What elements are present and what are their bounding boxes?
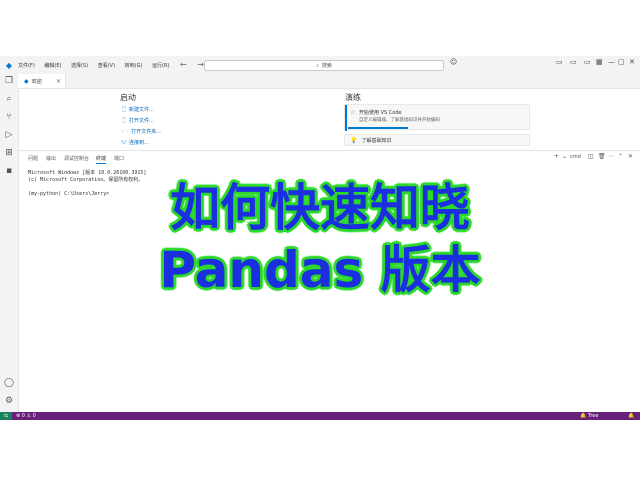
layout-panel-icon[interactable]: ▭ (570, 58, 577, 66)
open-folder-label: 打开文件夹... (131, 129, 161, 135)
start-heading: 启动 (120, 93, 136, 102)
menu-file[interactable]: 文件(F) (18, 63, 35, 69)
problems-count[interactable]: ⊗ 0 ⚠ 0 (16, 413, 36, 419)
bell-icon[interactable]: 🔔 (628, 413, 634, 419)
new-file-link[interactable]: 🗋 新建文件... (122, 106, 154, 115)
menu-bar: 文件(F) 编辑(E) 选择(S) 查看(V) 转到(G) 运行(R) (18, 62, 177, 69)
tab-debug-console[interactable]: 调试控制台 (64, 155, 89, 162)
walkthroughs-heading: 演练 (345, 93, 361, 102)
search-icon[interactable]: ⌕ (0, 94, 18, 104)
terminal-dropdown-icon[interactable]: ⌄ (562, 153, 567, 160)
overlay-title-line2: Pandas 版本 (159, 241, 481, 299)
title-bar: ◆ 文件(F) 编辑(E) 选择(S) 查看(V) 转到(G) 运行(R) ← … (0, 56, 640, 75)
run-debug-icon[interactable]: ▷ (0, 130, 18, 140)
close-panel-icon[interactable]: ✕ (628, 153, 633, 160)
card-fundamentals-title: 了解基础知识 (361, 137, 392, 144)
star-icon: ☆ (350, 109, 356, 116)
source-control-icon[interactable]: ⑂ (0, 112, 18, 122)
menu-view[interactable]: 查看(V) (98, 63, 115, 69)
terminal-line: Microsoft Windows [版本 10.0.26100.3915] (28, 170, 147, 176)
remote-connect-icon: ⤲ (122, 140, 127, 146)
status-bar: ⇆ ⊗ 0 ⚠ 0 🔔 Tree 🔔 (0, 412, 640, 420)
tab-welcome-label: 欢迎 (31, 78, 42, 85)
tab-output[interactable]: 输出 (46, 155, 56, 162)
walkthrough-card-fundamentals[interactable]: 💡 了解基础知识 (344, 134, 530, 146)
card-get-started-title: 开始使用 VS Code (359, 110, 402, 116)
split-terminal-icon[interactable]: ◫ (588, 153, 594, 160)
panel-tab-bar: 问题 输出 调试控制台 终端 端口 + ⌄ cmd ◫ 🗑 ⋯ ⌃ ✕ (18, 150, 640, 165)
copilot-icon[interactable]: ☺ (450, 58, 457, 66)
tab-ports[interactable]: 端口 (114, 155, 124, 162)
menu-run[interactable]: 运行(R) (152, 63, 169, 69)
card-get-started-desc: 自定义编辑器、了解基础知识并开始编码 (359, 118, 440, 123)
tab-welcome[interactable]: ◆ 欢迎 × (18, 74, 66, 88)
command-search-box[interactable]: ⌕ 搜索 (204, 60, 444, 71)
settings-gear-icon[interactable]: ⚙ (0, 396, 18, 406)
menu-go[interactable]: 转到(G) (125, 63, 143, 69)
search-icon: ⌕ (316, 62, 319, 69)
open-folder-link[interactable]: 🗁 打开文件夹... (122, 128, 161, 137)
card-accent-bar (345, 105, 347, 131)
minimize-button[interactable]: — (608, 58, 615, 66)
search-label: 搜索 (321, 63, 332, 69)
new-terminal-icon[interactable]: + (554, 153, 559, 160)
maximize-button[interactable]: ▢ (618, 58, 625, 66)
extensions-icon[interactable]: ⊞ (0, 148, 18, 158)
close-tab-icon[interactable]: × (56, 78, 61, 85)
vscode-logo-icon: ◆ (5, 60, 13, 70)
connect-to-link[interactable]: ⤲ 连接到... (122, 139, 149, 146)
open-file-label: 打开文件... (129, 118, 154, 124)
close-window-button[interactable]: ✕ (629, 58, 635, 66)
account-icon[interactable]: ◯ (0, 378, 18, 388)
new-file-icon: 🗋 (122, 107, 127, 113)
new-file-label: 新建文件... (129, 107, 154, 113)
open-file-icon: 🗋 (122, 118, 127, 124)
explorer-icon[interactable]: ❐ (0, 76, 18, 86)
connect-to-label: 连接到... (129, 140, 149, 146)
status-right-label[interactable]: Tree (588, 413, 598, 419)
vscode-tab-icon: ◆ (24, 77, 29, 85)
layout-sidebar-icon[interactable]: ▭ (584, 58, 591, 66)
kill-terminal-icon[interactable]: 🗑 (598, 153, 606, 160)
notification-icon[interactable]: 🔔 (580, 413, 586, 419)
more-actions-icon[interactable]: ⋯ (608, 153, 614, 160)
open-file-link[interactable]: 🗋 打开文件... (122, 117, 154, 126)
tab-terminal[interactable]: 终端 (96, 155, 107, 164)
tab-problems[interactable]: 问题 (28, 155, 38, 162)
overlay-title-line1: 如何快速知晓 (170, 179, 470, 237)
progress-bar (348, 127, 408, 129)
terminal-icon[interactable]: ▪ (0, 166, 18, 176)
menu-selection[interactable]: 选择(S) (71, 63, 88, 69)
lightbulb-icon: 💡 (350, 136, 358, 144)
maximize-panel-icon[interactable]: ⌃ (618, 153, 623, 160)
remote-indicator-icon[interactable]: ⇆ (0, 412, 12, 420)
terminal-name[interactable]: cmd (570, 154, 581, 160)
layout-custom-icon[interactable]: ▦ (596, 58, 603, 66)
walkthrough-card-get-started[interactable]: ☆ 开始使用 VS Code 自定义编辑器、了解基础知识并开始编码 (344, 104, 530, 131)
open-folder-icon: 🗁 (122, 129, 129, 135)
editor-tabs: ◆ 欢迎 × (18, 74, 640, 89)
menu-edit[interactable]: 编辑(E) (44, 63, 61, 69)
forward-arrow-icon[interactable]: → (197, 60, 204, 69)
back-arrow-icon[interactable]: ← (180, 60, 187, 69)
layout-icon[interactable]: ▭ (556, 58, 563, 66)
